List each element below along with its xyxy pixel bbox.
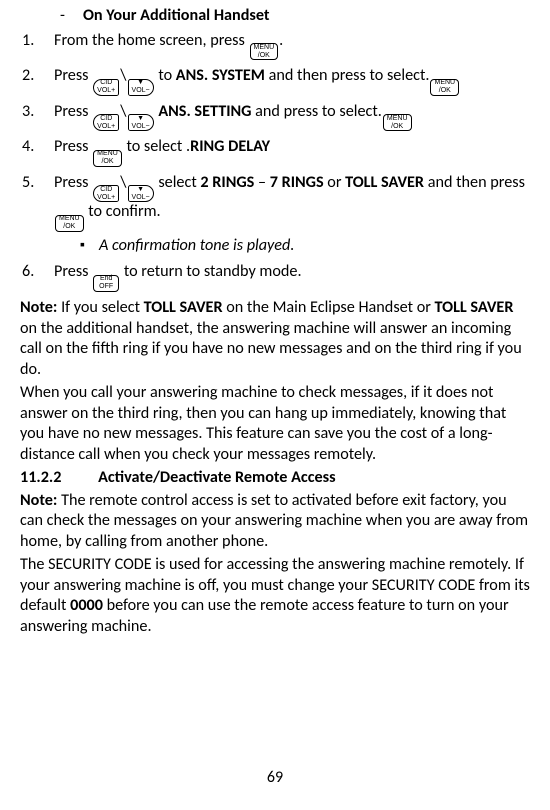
note-text: If you select [57, 298, 143, 317]
section-heading: 11.2.2 Activate/Deactivate Remote Access [20, 468, 530, 489]
vol-up-key-icon: CIDVOL+ [93, 79, 119, 96]
text: to [155, 66, 176, 85]
step-list: From the home screen, press MENU/OK. Pres… [20, 31, 530, 292]
step-4: Press MENU/OK to select .RING DELAY [38, 137, 530, 167]
vol-down-key-icon: ▼VOL− [128, 79, 154, 96]
text: to select. [322, 102, 382, 121]
text: Press [54, 137, 92, 156]
menu-ok-key-icon: MENU/OK [93, 150, 122, 167]
step-5: Press CIDVOL+\▼VOL− select 2 RINGS – 7 R… [38, 173, 530, 257]
text: and press [252, 102, 322, 121]
note-text: on the Main Eclipse Handset or [223, 298, 435, 317]
dash-bullet: - [60, 6, 65, 27]
vol-down-key-icon: ▼VOL− [128, 185, 154, 202]
text: and then press [265, 66, 370, 85]
vol-down-key-icon: ▼VOL− [128, 114, 154, 131]
note-1-extra: When you call your answering machine to … [20, 383, 530, 466]
text: to select [123, 137, 186, 156]
menu-ok-key-icon: MENU/OK [250, 43, 279, 60]
text: or [324, 173, 346, 192]
code-0000: 0000 [70, 596, 103, 615]
end-off-key-icon: EndOFF [93, 275, 119, 292]
toll-saver-1: TOLL SAVER [144, 298, 223, 317]
text: to confirm. [85, 202, 161, 221]
note-label: Note: [20, 298, 57, 317]
text: Press [54, 102, 92, 121]
confirmation-note: ▪ A confirmation tone is played. [80, 236, 530, 257]
text: From the home screen, press [54, 31, 249, 50]
text: to return to standby mode. [120, 262, 301, 281]
menu-ok-key-icon: MENU/OK [55, 215, 84, 232]
bold-text: 2 RINGS [200, 173, 254, 192]
step-6: Press EndOFF to return to standby mode. [38, 262, 530, 292]
text: \ [120, 102, 126, 121]
text: Press [54, 66, 92, 85]
text: \ [120, 66, 126, 85]
text: and then press [424, 173, 525, 192]
bullet-icon: ▪ [80, 236, 85, 257]
note-1: Note: If you select TOLL SAVER on the Ma… [20, 298, 530, 381]
step-3: Press CIDVOL+\▼VOL− ANS. SETTING and pre… [38, 102, 530, 132]
menu-ok-key-icon: MENU/OK [430, 79, 459, 96]
page-number: 69 [0, 768, 550, 788]
bold-text: 7 RINGS [270, 173, 324, 192]
text: . [279, 31, 283, 50]
menu-ok-key-icon: MENU/OK [383, 114, 412, 131]
heading-text: On Your Additional Handset [83, 6, 270, 27]
vol-up-key-icon: CIDVOL+ [93, 114, 119, 131]
text: to select. [370, 66, 430, 85]
section-title: Activate/Deactivate Remote Access [98, 468, 335, 487]
text: Press [54, 262, 92, 281]
note-text: on the additional handset, the answering… [20, 319, 522, 379]
bold-text: RING DELAY [190, 137, 270, 156]
toll-saver-2: TOLL SAVER [435, 298, 514, 317]
step-2: Press CIDVOL+\▼VOL− to ANS. SYSTEM and t… [38, 66, 530, 96]
note-2: Note: The remote control access is set t… [20, 491, 530, 553]
vol-up-key-icon: CIDVOL+ [93, 185, 119, 202]
confirmation-text: A confirmation tone is played. [99, 236, 294, 257]
sub-heading: - On Your Additional Handset [20, 6, 530, 27]
note-text: The remote control access is set to acti… [20, 491, 528, 551]
note-2-extra: The SECURITY CODE is used for accessing … [20, 555, 530, 638]
bold-text: TOLL SAVER [345, 173, 424, 192]
note-label: Note: [20, 491, 57, 510]
bold-text: ANS. SETTING [158, 102, 251, 121]
bold-text: ANS. SYSTEM [176, 66, 265, 85]
text: Press [54, 173, 92, 192]
text: \ [120, 173, 126, 192]
step-1: From the home screen, press MENU/OK. [38, 31, 530, 61]
section-number: 11.2.2 [20, 468, 61, 487]
text: – [254, 173, 269, 192]
text: select [155, 173, 201, 192]
